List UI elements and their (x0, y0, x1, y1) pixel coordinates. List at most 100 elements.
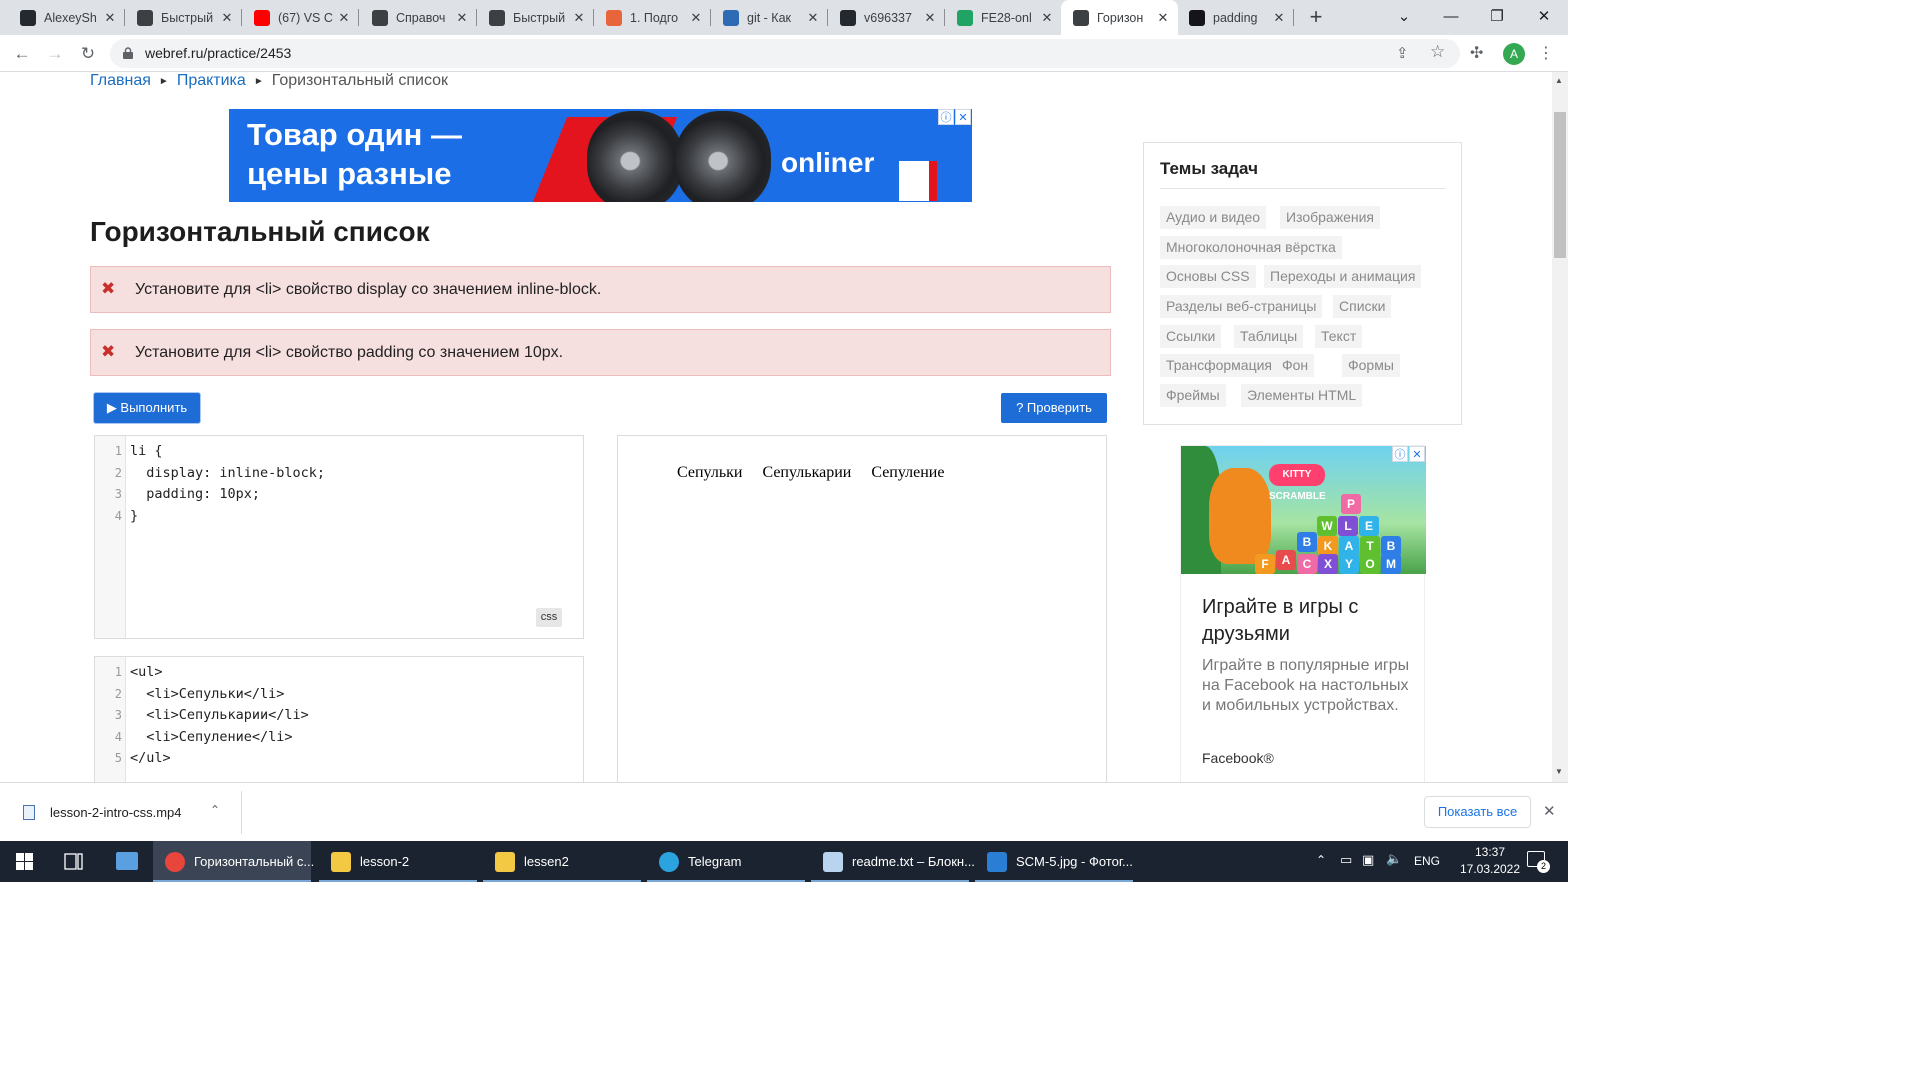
code-line[interactable]: <li>Сепуление</li> (130, 729, 292, 745)
css-code-editor[interactable]: 1 2 3 4 li { display: inline-block; padd… (94, 435, 584, 639)
topic-tag[interactable]: Многоколоночная вёрстка (1160, 236, 1342, 259)
share-icon[interactable]: ⇪ (1396, 44, 1409, 62)
adchoices-icon[interactable]: ⓘ (938, 109, 954, 125)
tab-close-icon[interactable]: ✕ (101, 10, 119, 26)
topic-tag[interactable]: Ссылки (1160, 325, 1222, 348)
window-close-icon[interactable]: ✕ (1521, 0, 1567, 35)
back-arrow-icon[interactable]: ← (10, 42, 34, 66)
language-indicator[interactable]: ENG (1414, 854, 1440, 868)
tab-close-icon[interactable]: ✕ (570, 10, 588, 26)
extensions-puzzle-icon[interactable]: ✣ (1470, 43, 1483, 63)
code-line[interactable]: } (130, 508, 138, 524)
clock[interactable]: 13:37 17.03.2022 (1450, 844, 1530, 878)
topic-tag[interactable]: Переходы и анимация (1264, 265, 1422, 288)
topic-tag[interactable]: Основы CSS (1160, 265, 1256, 288)
tab-close-icon[interactable]: ✕ (1038, 10, 1056, 26)
topic-tag[interactable]: Элементы HTML (1241, 384, 1363, 407)
forward-arrow-icon[interactable]: → (43, 42, 67, 66)
topic-tag[interactable]: Текст (1315, 325, 1363, 348)
code-line[interactable]: <li>Сепульки</li> (130, 686, 284, 702)
topic-tag[interactable]: Аудио и видео (1160, 206, 1267, 229)
result-preview: Сепульки Сепулькарии Сепуление (617, 435, 1107, 782)
topic-tag[interactable]: Списки (1333, 295, 1392, 318)
topic-tag[interactable]: Таблицы (1234, 325, 1304, 348)
code-line[interactable]: <li>Сепулькарии</li> (130, 707, 309, 723)
running-indicator (975, 880, 1133, 882)
profile-avatar[interactable]: A (1503, 43, 1525, 65)
page-scrollbar[interactable]: ▲ ▼ (1552, 72, 1568, 782)
code-line[interactable]: <ul> (130, 664, 163, 680)
tab-close-icon[interactable]: ✕ (1270, 10, 1288, 26)
tab-close-icon[interactable]: ✕ (1154, 10, 1172, 26)
volume-icon[interactable]: 🔈 (1386, 851, 1402, 867)
scrollbar-thumb[interactable] (1554, 112, 1566, 258)
browser-tab[interactable]: padding ✕ (1177, 0, 1294, 35)
tab-close-icon[interactable]: ✕ (687, 10, 705, 26)
code-line[interactable]: display: inline-block; (130, 465, 325, 481)
ad-headline[interactable]: Играйте в игры с друзьями (1202, 594, 1402, 648)
taskbar-app-button[interactable]: Горизонтальный с... (153, 841, 314, 882)
html-code-editor[interactable]: 1 2 3 4 5 <ul> <li>Сепульки</li> <li>Сеп… (94, 656, 584, 782)
kebab-menu-icon[interactable]: ⋮ (1538, 43, 1554, 63)
browser-tab[interactable]: (67) VS C ✕ (242, 0, 359, 35)
topic-tag[interactable]: Изображения (1280, 206, 1380, 229)
url-text[interactable]: webref.ru/practice/2453 (145, 45, 291, 61)
scroll-down-arrow-icon[interactable]: ▼ (1555, 767, 1563, 776)
browser-tab[interactable]: FE28-onl ✕ (945, 0, 1062, 35)
address-bar[interactable]: webref.ru/practice/2453 ⇪ ☆ (110, 39, 1460, 68)
adchoices-icon[interactable]: ⓘ (1392, 446, 1408, 462)
check-button[interactable]: ? Проверить (1001, 393, 1107, 423)
notification-center-icon[interactable]: 2 (1527, 851, 1550, 873)
breadcrumb-practice-link[interactable]: Практика (177, 72, 246, 89)
minimize-icon[interactable]: — (1428, 0, 1474, 35)
topic-tag[interactable]: Фреймы (1160, 384, 1226, 407)
scroll-up-arrow-icon[interactable]: ▲ (1555, 76, 1563, 85)
tab-close-icon[interactable]: ✕ (218, 10, 236, 26)
chevron-up-icon[interactable]: ⌃ (1316, 853, 1326, 867)
browser-tab[interactable]: 1. Подго ✕ (594, 0, 711, 35)
topic-tag[interactable]: Фон (1276, 354, 1315, 377)
pinned-app-icon[interactable] (116, 852, 138, 870)
taskbar-app-button[interactable]: SCM-5.jpg - Фотог... (975, 841, 1133, 882)
tab-close-icon[interactable]: ✕ (453, 10, 471, 26)
new-tab-button[interactable]: + (1304, 6, 1328, 30)
reload-icon[interactable]: ↻ (76, 42, 100, 66)
browser-tab[interactable]: Справоч ✕ (360, 0, 477, 35)
ad-close-icon[interactable]: ✕ (955, 109, 971, 125)
tab-close-icon[interactable]: ✕ (804, 10, 822, 26)
show-all-button[interactable]: Показать все (1424, 796, 1531, 828)
download-file-name[interactable]: lesson-2-intro-css.mp4 (50, 805, 182, 820)
task-view-icon[interactable] (64, 853, 83, 870)
browser-tab[interactable]: Быстрый ✕ (125, 0, 242, 35)
breadcrumb-home-link[interactable]: Главная (90, 72, 151, 89)
taskbar-app-button[interactable]: lessen2 (483, 841, 641, 882)
maximize-icon[interactable]: ❐ (1474, 0, 1520, 35)
ad-close-icon[interactable]: ✕ (1409, 446, 1425, 462)
bookmark-star-icon[interactable]: ☆ (1430, 42, 1445, 62)
tab-close-icon[interactable]: ✕ (335, 10, 353, 26)
browser-tab[interactable]: Быстрый ✕ (477, 0, 594, 35)
browser-tab[interactable]: v696337 ✕ (828, 0, 945, 35)
tab-search-icon[interactable]: ⌄ (1381, 0, 1427, 35)
code-line[interactable]: li { (130, 443, 163, 459)
tab-close-icon[interactable]: ✕ (921, 10, 939, 26)
close-icon[interactable]: ✕ (1543, 802, 1556, 820)
battery-icon[interactable]: ▭ (1340, 852, 1352, 868)
topic-tag[interactable]: Формы (1342, 354, 1400, 377)
code-line[interactable]: padding: 10px; (130, 486, 260, 502)
browser-tab[interactable]: git - Как ✕ (711, 0, 828, 35)
browser-tab[interactable]: AlexeySh ✕ (8, 0, 125, 35)
code-line[interactable]: </ul> (130, 750, 171, 766)
taskbar-app-button[interactable]: readme.txt – Блокн... (811, 841, 975, 882)
taskbar-app-button[interactable]: Telegram (647, 841, 805, 882)
topic-tag[interactable]: Разделы веб-страницы (1160, 295, 1323, 318)
network-icon[interactable]: ▣ (1362, 852, 1374, 868)
windows-start-icon[interactable] (16, 853, 33, 870)
topic-tag[interactable]: Трансформация (1160, 354, 1278, 377)
taskbar-app-button[interactable]: lesson-2 (319, 841, 477, 882)
run-button[interactable]: ▶ Выполнить (94, 393, 200, 423)
browser-tab[interactable]: Горизон ✕ (1061, 0, 1178, 35)
facebook-games-ad[interactable]: KITTY SCRAMBLE P W L E B K A T B A C X Y… (1180, 445, 1426, 782)
chevron-up-icon[interactable]: ⌃ (210, 803, 220, 817)
ad-banner-onliner[interactable]: Товар один — цены разные onliner ⓘ ✕ (229, 109, 972, 202)
